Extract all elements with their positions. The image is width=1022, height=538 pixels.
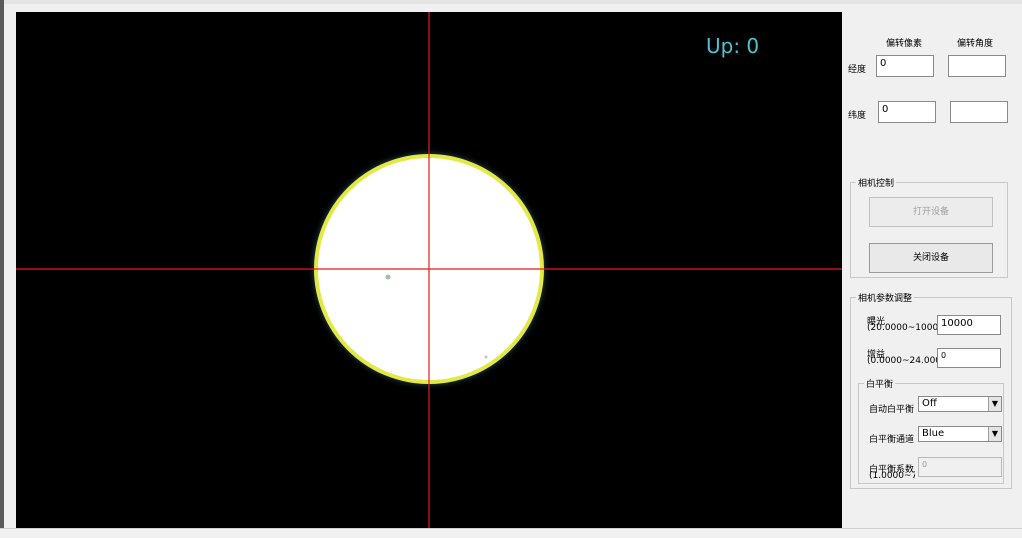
- auto-white-balance-label: 自动白平衡: [869, 405, 915, 415]
- sun-spot: [484, 355, 488, 359]
- open-device-button[interactable]: 打开设备: [869, 197, 993, 227]
- white-balance-channel-value: Blue: [922, 428, 945, 439]
- white-balance-channel-label: 白平衡通道: [869, 435, 915, 445]
- longitude-pixels-field[interactable]: 0: [876, 55, 934, 77]
- white-balance-coef-field[interactable]: 0: [918, 457, 1002, 477]
- sun-spot: [385, 274, 391, 280]
- camera-control-title: 相机控制: [856, 176, 897, 189]
- up-readout: Up: 0: [706, 34, 760, 58]
- longitude-label: 经度: [848, 65, 867, 75]
- window-left-edge: [0, 0, 4, 538]
- offset-pixels-header: 偏转像素: [886, 39, 923, 49]
- offset-angle-header: 偏转角度: [957, 39, 994, 49]
- gain-field[interactable]: 0: [937, 348, 1001, 368]
- close-device-button[interactable]: 关闭设备: [869, 243, 993, 273]
- white-balance-channel-select[interactable]: Blue ▼: [918, 426, 1002, 442]
- auto-white-balance-select[interactable]: Off ▼: [918, 396, 1002, 412]
- gain-range: (0.0000~24.0000: [867, 356, 947, 366]
- camera-params-title: 相机参数调整: [856, 291, 915, 304]
- exposure-range: (20.0000~10000: [867, 323, 944, 333]
- chevron-down-icon: ▼: [988, 397, 1001, 411]
- white-balance-title: 白平衡: [864, 377, 896, 390]
- exposure-field[interactable]: 10000: [937, 315, 1001, 335]
- control-panel: 偏转像素 偏转角度 经度 0 纬度 0 相机控制 打开设备 关闭设备 相机参数调…: [842, 0, 1022, 538]
- auto-white-balance-value: Off: [922, 398, 937, 409]
- camera-image: [16, 12, 842, 528]
- camera-viewport[interactable]: Up: 0: [16, 12, 842, 528]
- latitude-label: 纬度: [848, 111, 867, 121]
- longitude-angle-field[interactable]: [948, 55, 1006, 77]
- white-balance-coef-range: (1.0000~7.5: [869, 471, 915, 481]
- latitude-pixels-field[interactable]: 0: [878, 101, 936, 123]
- latitude-angle-field[interactable]: [950, 101, 1008, 123]
- chevron-down-icon: ▼: [988, 427, 1001, 441]
- window-bottom-edge: [0, 528, 1022, 538]
